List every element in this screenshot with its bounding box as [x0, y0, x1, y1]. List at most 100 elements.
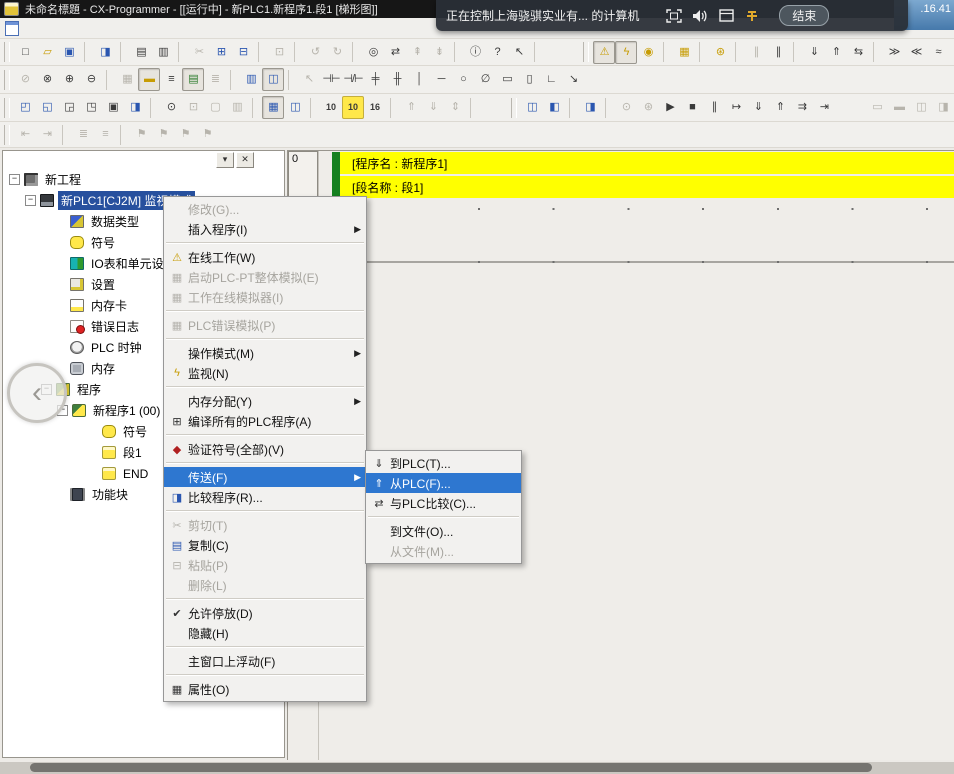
online-edit-button[interactable]: ▦	[673, 41, 695, 64]
code-window-button[interactable]: ◲	[58, 96, 80, 119]
open-file-button[interactable]: ▱	[36, 41, 58, 64]
menu-help[interactable]	[169, 26, 185, 30]
ct-monitor-button[interactable]: ◫	[284, 96, 306, 119]
force-refresh-button[interactable]: ⊛	[709, 41, 731, 64]
line-delete-button[interactable]: ↘	[562, 68, 584, 91]
ctx-transfer[interactable]: 传送(F) ▶	[164, 467, 366, 487]
find-button[interactable]: ◎	[362, 41, 384, 64]
monitor-button[interactable]: ϟ	[615, 41, 637, 64]
compare-with-plc-button[interactable]: ⇆	[847, 41, 869, 64]
print-button[interactable]: ▤	[130, 41, 152, 64]
new-contact-button[interactable]: ⊣⊢	[320, 68, 342, 91]
sim-continuous-step-button[interactable]: ⇉	[791, 96, 813, 119]
zoom-in-button[interactable]: ⊕	[58, 68, 80, 91]
save-button[interactable]: ▣	[58, 41, 80, 64]
work-online-simulator-button[interactable]: ◫	[521, 96, 543, 119]
new-coil-button[interactable]: ○	[452, 68, 474, 91]
fullscreen-icon[interactable]	[661, 9, 687, 23]
ctx-operating-mode[interactable]: 操作模式(M) ▶	[164, 343, 366, 363]
show-comments-button[interactable]: ▬	[138, 68, 160, 91]
new-instruction-button[interactable]: ▭	[496, 68, 518, 91]
menu-file[interactable]	[25, 26, 41, 30]
simulator-settings-button[interactable]: ◧	[543, 96, 565, 119]
tree-close-button[interactable]: ✕	[236, 152, 254, 168]
restore-window-button[interactable]: ▣	[102, 96, 124, 119]
dec-monitor-button[interactable]: ▦	[262, 96, 284, 119]
sub-to-file[interactable]: 到文件(O)...	[366, 521, 521, 541]
new-inverted-instruction-button[interactable]: ▯	[518, 68, 540, 91]
sim-step-run-button[interactable]: ↦	[725, 96, 747, 119]
menu-tools[interactable]	[137, 26, 153, 30]
arrange-windows-button[interactable]: ◳	[80, 96, 102, 119]
ctx-hide[interactable]: 隐藏(H)	[164, 623, 366, 643]
new-vertical-line-button[interactable]: │	[408, 68, 430, 91]
toolbox-window-icon[interactable]	[713, 9, 739, 22]
context-help-button[interactable]: ↖	[508, 41, 530, 64]
download-to-plc-button[interactable]: ⇓	[803, 41, 825, 64]
replace-button[interactable]: ⇄	[384, 41, 406, 64]
pause-monitoring-button[interactable]: ◉	[637, 41, 659, 64]
sim-scan-run-button[interactable]: ⇥	[813, 96, 835, 119]
print-preview-button[interactable]: ▥	[152, 41, 174, 64]
end-remote-session-button[interactable]: 结束	[779, 5, 829, 26]
line-connect-button[interactable]: ∟	[540, 68, 562, 91]
display-signed-decimal-button[interactable]: 10	[342, 96, 364, 119]
ctx-allow-docking[interactable]: ✔ 允许停放(D)	[164, 603, 366, 623]
show-rung-annotations-button[interactable]: ≡	[160, 68, 182, 91]
sim-stop-button[interactable]: ■	[681, 96, 703, 119]
ctx-float-in-main-window[interactable]: 主窗口上浮动(F)	[164, 651, 366, 671]
help-button[interactable]: ?	[486, 41, 508, 64]
copy-button[interactable]: ⊞	[210, 41, 232, 64]
new-horizontal-line-button[interactable]: ─	[430, 68, 452, 91]
display-hex-button[interactable]: 16	[364, 96, 386, 119]
zoom-out-button[interactable]: ⊖	[80, 68, 102, 91]
ct-view-button[interactable]: ◫	[262, 68, 284, 91]
monitor-in-rung-button[interactable]: ▤	[182, 68, 204, 91]
speaker-icon[interactable]	[687, 9, 713, 23]
zoom-x-button[interactable]: ⊗	[36, 68, 58, 91]
sub-compare-with-plc[interactable]: ⇄ 与PLC比较(C)...	[366, 493, 521, 513]
mnemonic-view-button[interactable]: ▥	[240, 68, 262, 91]
ctx-memory-allocation[interactable]: 内存分配(Y) ▶	[164, 391, 366, 411]
new-or-contact-button[interactable]: ╪	[364, 68, 386, 91]
io-table-window-button[interactable]: ▤	[949, 41, 954, 64]
display-decimal-button[interactable]: 10	[320, 96, 342, 119]
work-online-button[interactable]: ⚠	[593, 41, 615, 64]
send-changes-button[interactable]: ≫	[883, 41, 905, 64]
remote-transfer-icon[interactable]	[739, 9, 765, 23]
pause-button[interactable]: ∥	[767, 41, 789, 64]
paste-button[interactable]: ⊟	[232, 41, 254, 64]
program-name-row[interactable]: [程序名 : 新程序1]	[340, 152, 954, 174]
new-closed-coil-button[interactable]: ∅	[474, 68, 496, 91]
menu-edit[interactable]	[41, 26, 57, 30]
ctx-monitor[interactable]: ϟ 监视(N)	[164, 363, 366, 383]
compare-programs-button[interactable]: ◨	[94, 41, 116, 64]
window-properties-button[interactable]: ◨	[124, 96, 146, 119]
tree-item-new-project[interactable]: − 新工程	[5, 169, 282, 190]
receive-changes-button[interactable]: ≪	[905, 41, 927, 64]
tree-dropdown-button[interactable]: ▾	[216, 152, 234, 168]
about-button[interactable]: ⓘ	[464, 41, 486, 64]
ctx-insert-program[interactable]: 插入程序(I) ▶	[164, 219, 366, 239]
ctx-compile-all[interactable]: ⊞ 编译所有的PLC程序(A)	[164, 411, 366, 431]
upload-from-plc-button[interactable]: ⇑	[825, 41, 847, 64]
ladder-window-button[interactable]: ◱	[36, 96, 58, 119]
verify-changes-button[interactable]: ≈	[927, 41, 949, 64]
sim-pause-button[interactable]: ∥	[703, 96, 725, 119]
menu-plc[interactable]	[105, 26, 121, 30]
ctx-work-online[interactable]: ⚠ 在线工作(W)	[164, 247, 366, 267]
menu-insert[interactable]	[73, 26, 89, 30]
ctx-compare-program[interactable]: ◨ 比较程序(R)...	[164, 487, 366, 507]
menu-view[interactable]	[57, 26, 73, 30]
sim-run-button[interactable]: ▶	[659, 96, 681, 119]
sim-step-in-button[interactable]: ⇓	[747, 96, 769, 119]
watch-window-button[interactable]: ⊙	[160, 96, 182, 119]
menu-program[interactable]	[89, 26, 105, 30]
new-closed-or-contact-button[interactable]: ╫	[386, 68, 408, 91]
new-closed-contact-button[interactable]: ⊣/⊢	[342, 68, 364, 91]
section-name-row[interactable]: [段名称 : 段1]	[340, 176, 954, 198]
new-file-button[interactable]: □	[14, 41, 36, 64]
back-overlay-button[interactable]: ‹	[7, 363, 67, 423]
ctx-copy[interactable]: ▤ 复制(C)	[164, 535, 366, 555]
ctx-properties[interactable]: ▦ 属性(O)	[164, 679, 366, 699]
